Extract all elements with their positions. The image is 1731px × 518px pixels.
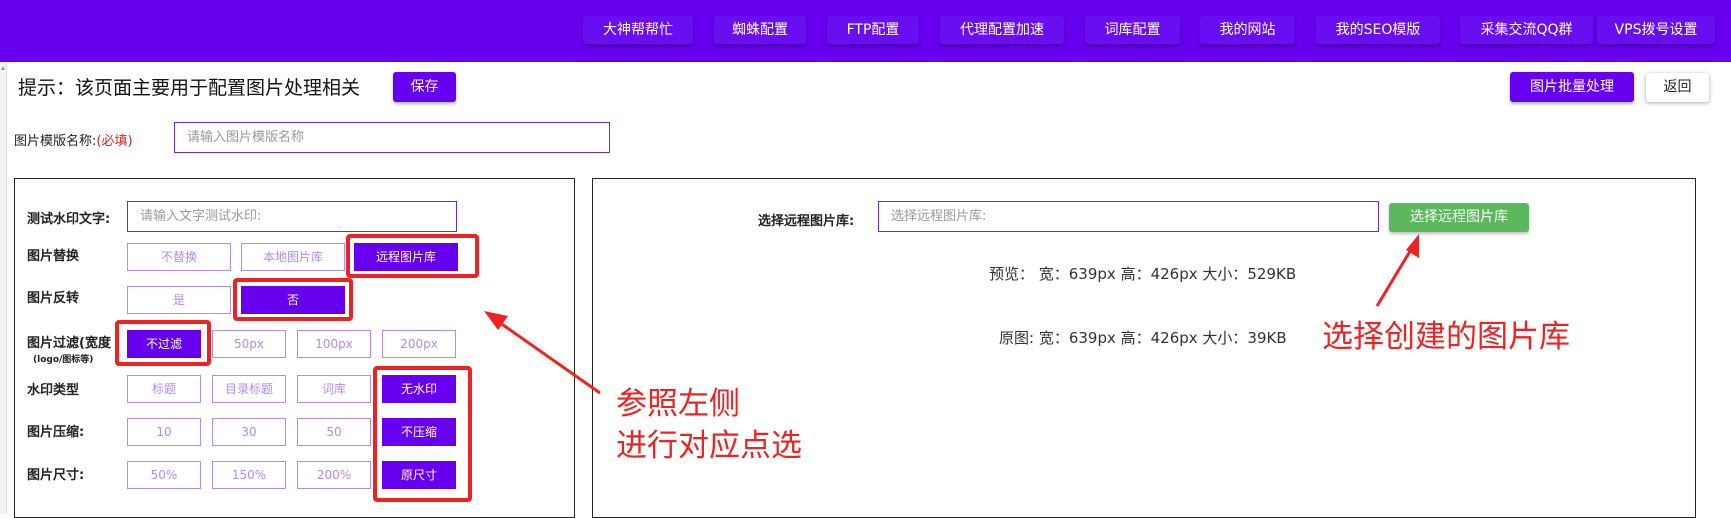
annotation-arrows [484,234,1419,395]
annotation-arrow-right [1375,234,1419,307]
annotation-arrow-left [484,311,601,395]
